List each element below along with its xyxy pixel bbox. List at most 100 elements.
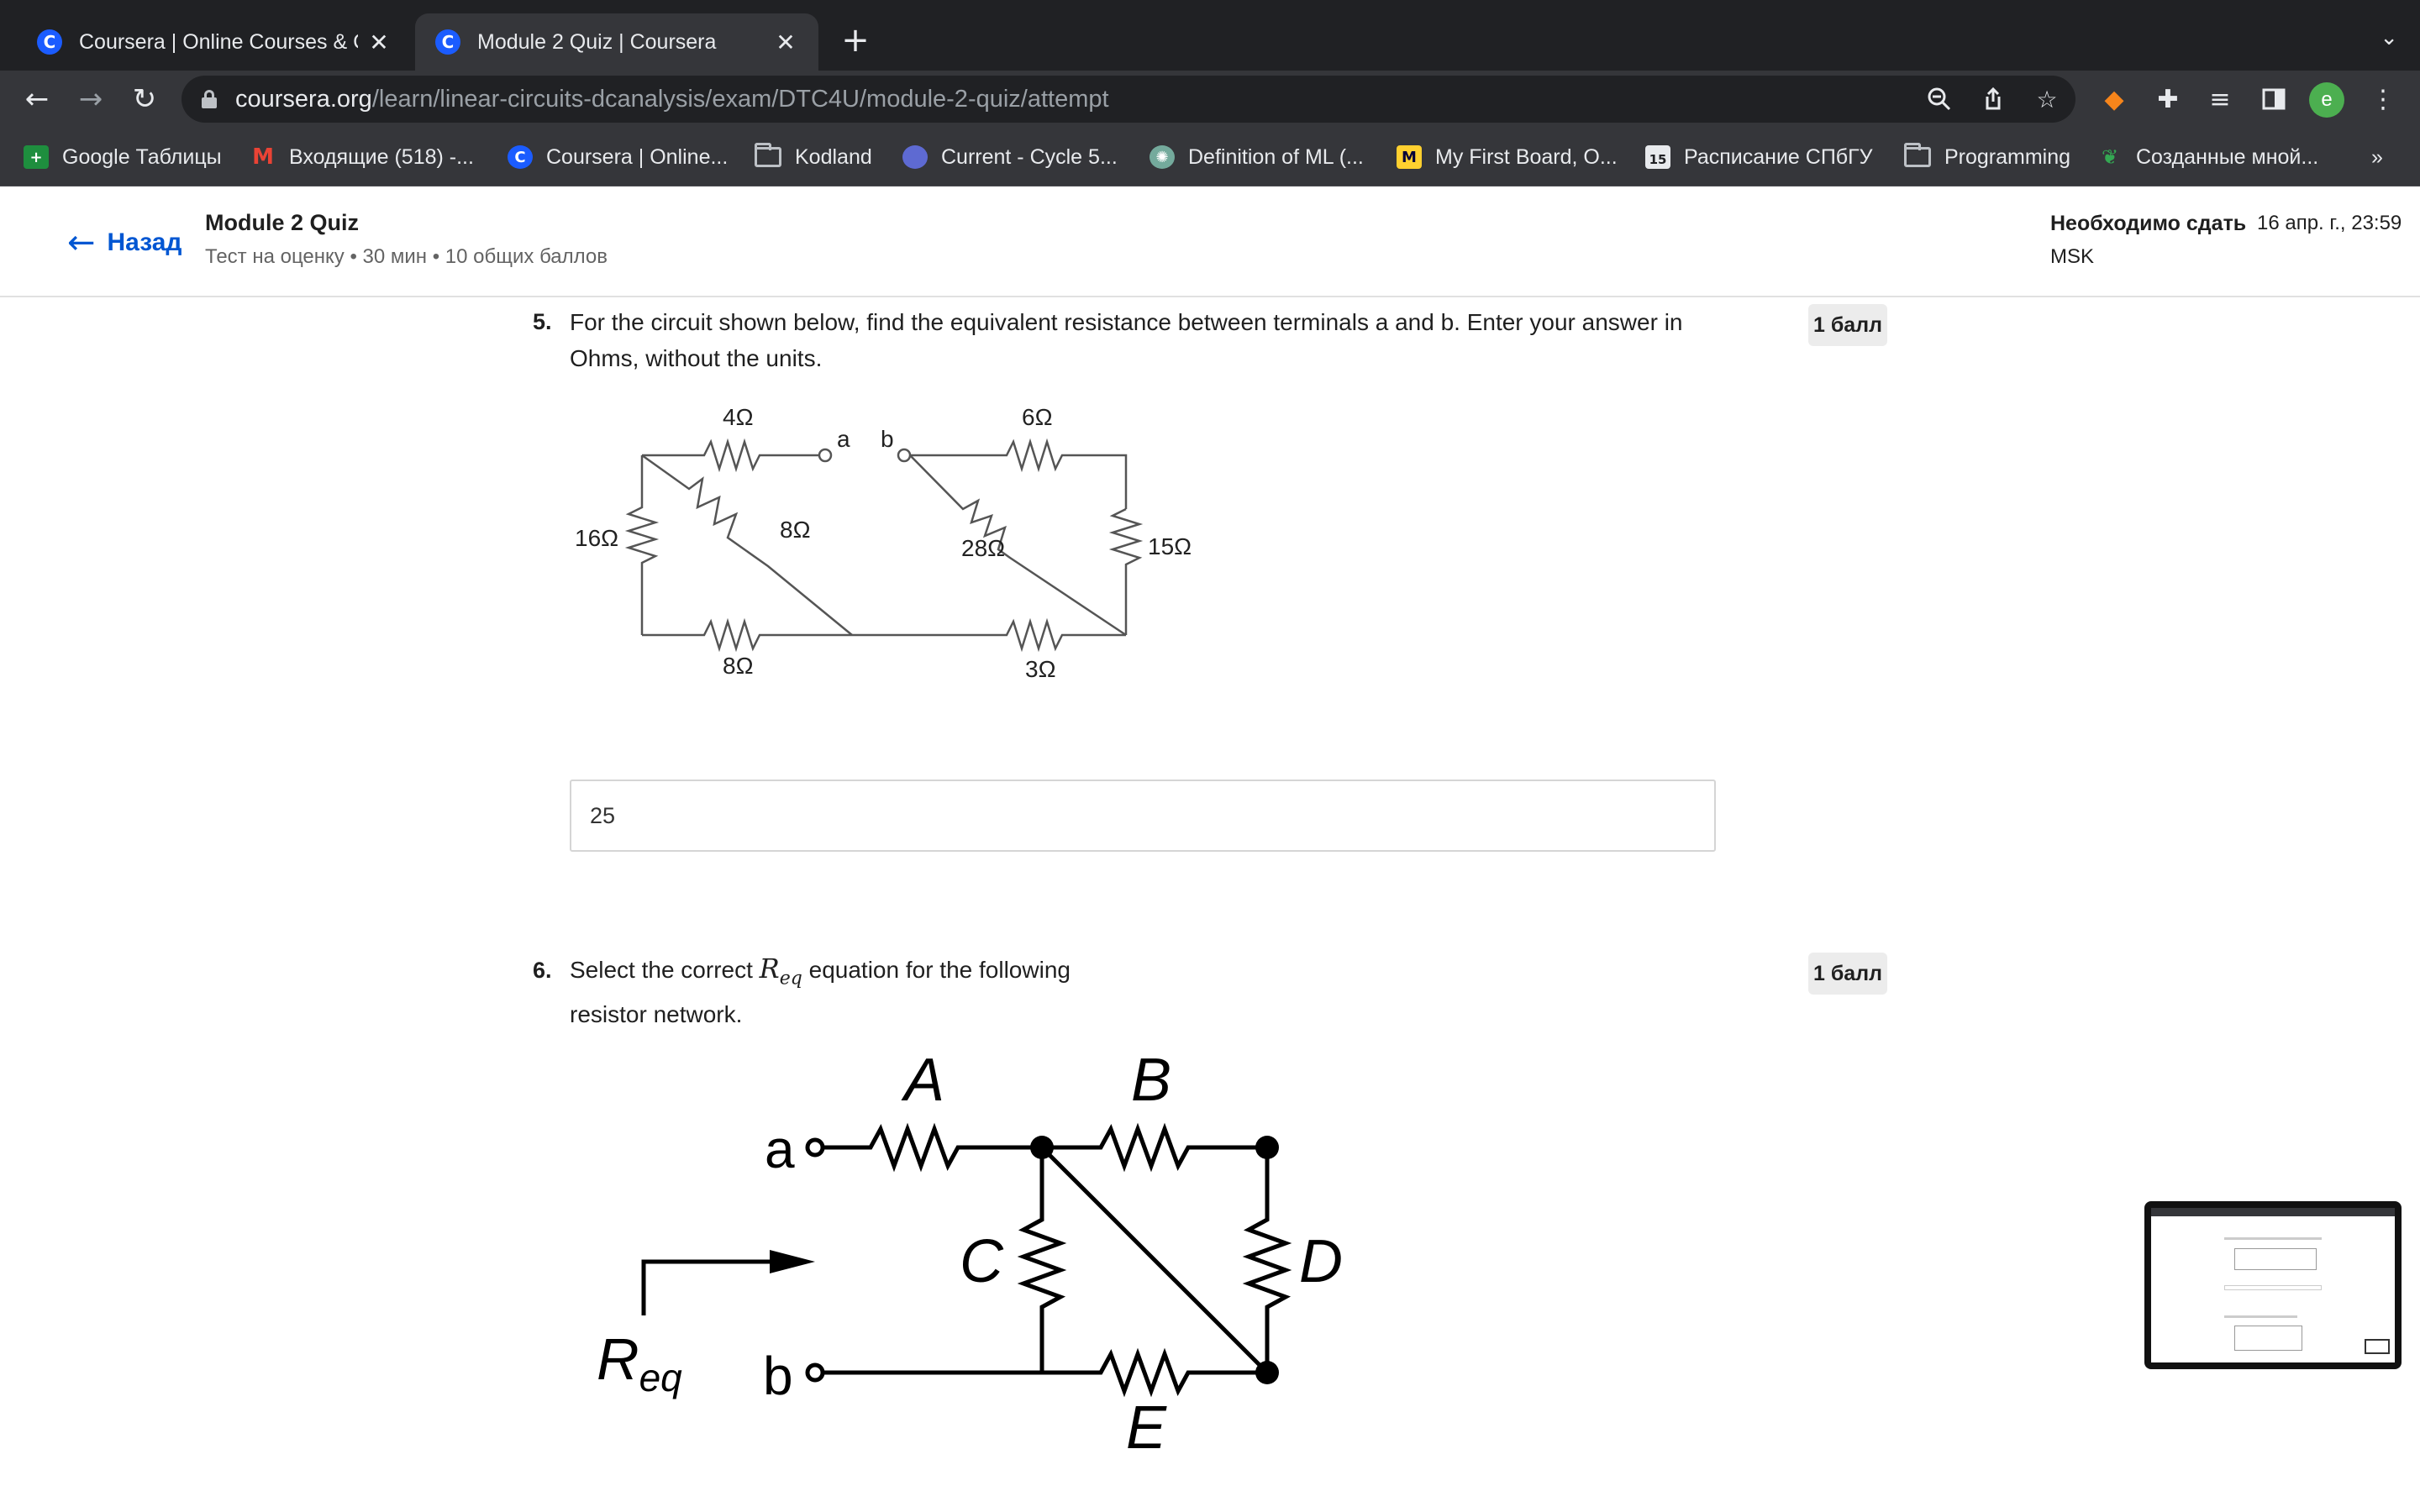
resistor-label-16ohm: 16Ω xyxy=(575,525,618,551)
due-label: Необходимо сдать xyxy=(2050,212,2247,235)
share-icon[interactable] xyxy=(1980,86,2007,113)
question-text-fragment: equation for the following xyxy=(802,957,1071,983)
extensions-puzzle-icon[interactable]: ✚ xyxy=(2151,82,2185,116)
terminal-a-label: a xyxy=(765,1119,795,1179)
question-6-number: 6. xyxy=(533,958,552,983)
close-tab-icon[interactable]: ✕ xyxy=(366,29,392,56)
reload-icon[interactable]: ↻ xyxy=(124,79,165,119)
back-arrow-icon[interactable]: ← xyxy=(17,79,57,119)
question-6-text: Select the correct Req equation for the … xyxy=(570,951,1071,1032)
address-bar[interactable]: coursera.org/learn/linear-circuits-dcana… xyxy=(182,76,2075,123)
resistor-label-8ohm-diagonal: 8Ω xyxy=(780,517,811,543)
back-label: Назад xyxy=(107,228,182,256)
bookmark-label: Definition of ML (... xyxy=(1188,144,1364,169)
question-5-text: For the circuit shown below, find the eq… xyxy=(570,304,1683,376)
terminal-b-label: b xyxy=(763,1346,793,1406)
miro-icon: M xyxy=(1397,145,1422,169)
tab-title: Module 2 Quiz | Coursera xyxy=(477,29,717,54)
bookmark-label: Coursera | Online... xyxy=(546,144,729,169)
question-text-line: Ohms, without the units. xyxy=(570,345,823,371)
coursera-favicon-icon: C xyxy=(37,29,62,55)
close-tab-icon[interactable]: ✕ xyxy=(773,29,798,56)
req-subscript: eq xyxy=(779,968,802,990)
browser-tabstrip: C Coursera | Online Courses & Cr ✕ C Mod… xyxy=(0,0,2420,71)
question-5-answer-input[interactable] xyxy=(570,780,1716,852)
screenshot-preview-thumbnail[interactable] xyxy=(2144,1201,2402,1369)
leaf-icon: ❦ xyxy=(2101,145,2119,169)
bookmark-label: Kodland xyxy=(795,144,872,169)
folder-icon xyxy=(1904,143,1931,167)
bookmark-programming[interactable]: Programming xyxy=(1904,143,2070,171)
resistor-label-4ohm: 4Ω xyxy=(723,404,754,430)
back-arrow-icon: ← xyxy=(67,223,96,262)
resistor-label-28ohm: 28Ω xyxy=(961,535,1005,561)
back-button[interactable]: ← Назад xyxy=(67,223,182,262)
tab-title: Coursera | Online Courses & Cr xyxy=(79,29,358,54)
resistor-label-6ohm: 6Ω xyxy=(1022,404,1053,430)
bookmark-gmail[interactable]: M Входящие (518) -... xyxy=(250,143,474,171)
bookmarks-bar: + Google Таблицы M Входящие (518) -... C… xyxy=(0,128,2420,186)
coursera-icon: C xyxy=(508,145,533,169)
resistor-label-D: D xyxy=(1299,1228,1343,1295)
question-6-resistor-network-diagram: A B C D E a b Req xyxy=(597,1047,1343,1462)
bookmark-label: Programming xyxy=(1944,144,2071,169)
bookmark-definition-ml[interactable]: ✺ Definition of ML (... xyxy=(1150,143,1364,171)
quiz-header: ← Назад Module 2 Quiz Тест на оценку • 3… xyxy=(0,186,2420,297)
preview-content xyxy=(2151,1208,2395,1362)
bookmark-star-icon[interactable]: ☆ xyxy=(2033,86,2060,113)
bookmark-label: Current - Cycle 5... xyxy=(941,144,1118,169)
url-text: coursera.org/learn/linear-circuits-dcana… xyxy=(235,85,1109,113)
bookmark-created-by-me[interactable]: ❦ Созданные мной... xyxy=(2097,143,2318,171)
tab-module-2-quiz[interactable]: C Module 2 Quiz | Coursera ✕ xyxy=(415,13,818,71)
side-panel-icon[interactable] xyxy=(2257,82,2291,116)
resistor-label-C: C xyxy=(960,1228,1004,1295)
req-label: Req xyxy=(597,1326,682,1399)
preview-input xyxy=(2224,1285,2322,1290)
resistor-label-15ohm: 15Ω xyxy=(1148,533,1192,559)
terminal-b-label: b xyxy=(881,426,894,452)
question-6-points-badge: 1 балл xyxy=(1808,953,1887,995)
preview-viewport-box xyxy=(2365,1339,2390,1354)
due-timezone: MSK xyxy=(2050,245,2095,268)
new-tab-plus-icon[interactable]: + xyxy=(837,24,874,60)
sheets-icon: + xyxy=(24,145,49,169)
preview-diagram xyxy=(2233,1248,2317,1270)
resistor-label-B: B xyxy=(1131,1047,1171,1114)
gmail-icon: M xyxy=(252,144,274,170)
page-title: Module 2 Quiz xyxy=(205,210,360,235)
preview-toolbar xyxy=(2151,1208,2395,1216)
question-text-line: resistor network. xyxy=(570,1001,743,1028)
preview-diagram xyxy=(2233,1326,2302,1351)
question-text-fragment: Select the correct xyxy=(570,957,760,983)
media-queue-icon[interactable]: ≡ xyxy=(2203,82,2237,116)
browser-toolbar: ← → ↻ coursera.org/learn/linear-circuits… xyxy=(0,71,2420,128)
bookmark-label: Расписание СПбГУ xyxy=(1684,144,1873,169)
resistor-label-3ohm: 3Ω xyxy=(1025,656,1056,682)
resistor-label-A: A xyxy=(901,1047,944,1114)
bookmark-current-cycle[interactable]: Current - Cycle 5... xyxy=(902,143,1118,171)
metamask-fox-icon[interactable]: ◆ xyxy=(2097,82,2131,116)
question-5-circuit-diagram: 4Ω 6Ω a b 16Ω 8Ω 28Ω 15Ω 8Ω 3Ω xyxy=(575,404,1192,682)
profile-avatar[interactable]: e xyxy=(2309,82,2344,118)
zoom-icon[interactable] xyxy=(1926,86,1953,113)
bookmark-coursera[interactable]: C Coursera | Online... xyxy=(508,143,728,171)
coursera-favicon-icon: C xyxy=(435,29,460,55)
bookmark-kodland[interactable]: Kodland xyxy=(755,143,872,171)
bookmark-label: My First Board, O... xyxy=(1435,144,1618,169)
lock-icon[interactable] xyxy=(202,90,217,108)
due-date: 16 апр. г., 23:59 xyxy=(2257,212,2402,234)
forward-arrow-icon[interactable]: → xyxy=(71,79,111,119)
question-5-number: 5. xyxy=(533,309,552,334)
bookmark-google-sheets[interactable]: + Google Таблицы xyxy=(24,143,222,171)
tab-coursera-home[interactable]: C Coursera | Online Courses & Cr ✕ xyxy=(17,13,412,71)
browser-menu-kebab-icon[interactable]: ⋮ xyxy=(2366,82,2400,116)
bookmark-spbu-schedule[interactable]: 15 Расписание СПбГУ xyxy=(1645,143,1873,171)
bookmark-label: Google Таблицы xyxy=(62,144,222,169)
tab-search-chevron-icon[interactable]: ⌄ xyxy=(2380,25,2398,50)
folder-icon xyxy=(755,143,781,167)
bookmark-miro-board[interactable]: M My First Board, O... xyxy=(1397,143,1618,171)
preview-line xyxy=(2224,1315,2297,1318)
question-text-line: For the circuit shown below, find the eq… xyxy=(570,309,1683,335)
more-bookmarks-chevron-icon[interactable]: » xyxy=(2371,143,2383,171)
req-main: R xyxy=(759,953,780,984)
